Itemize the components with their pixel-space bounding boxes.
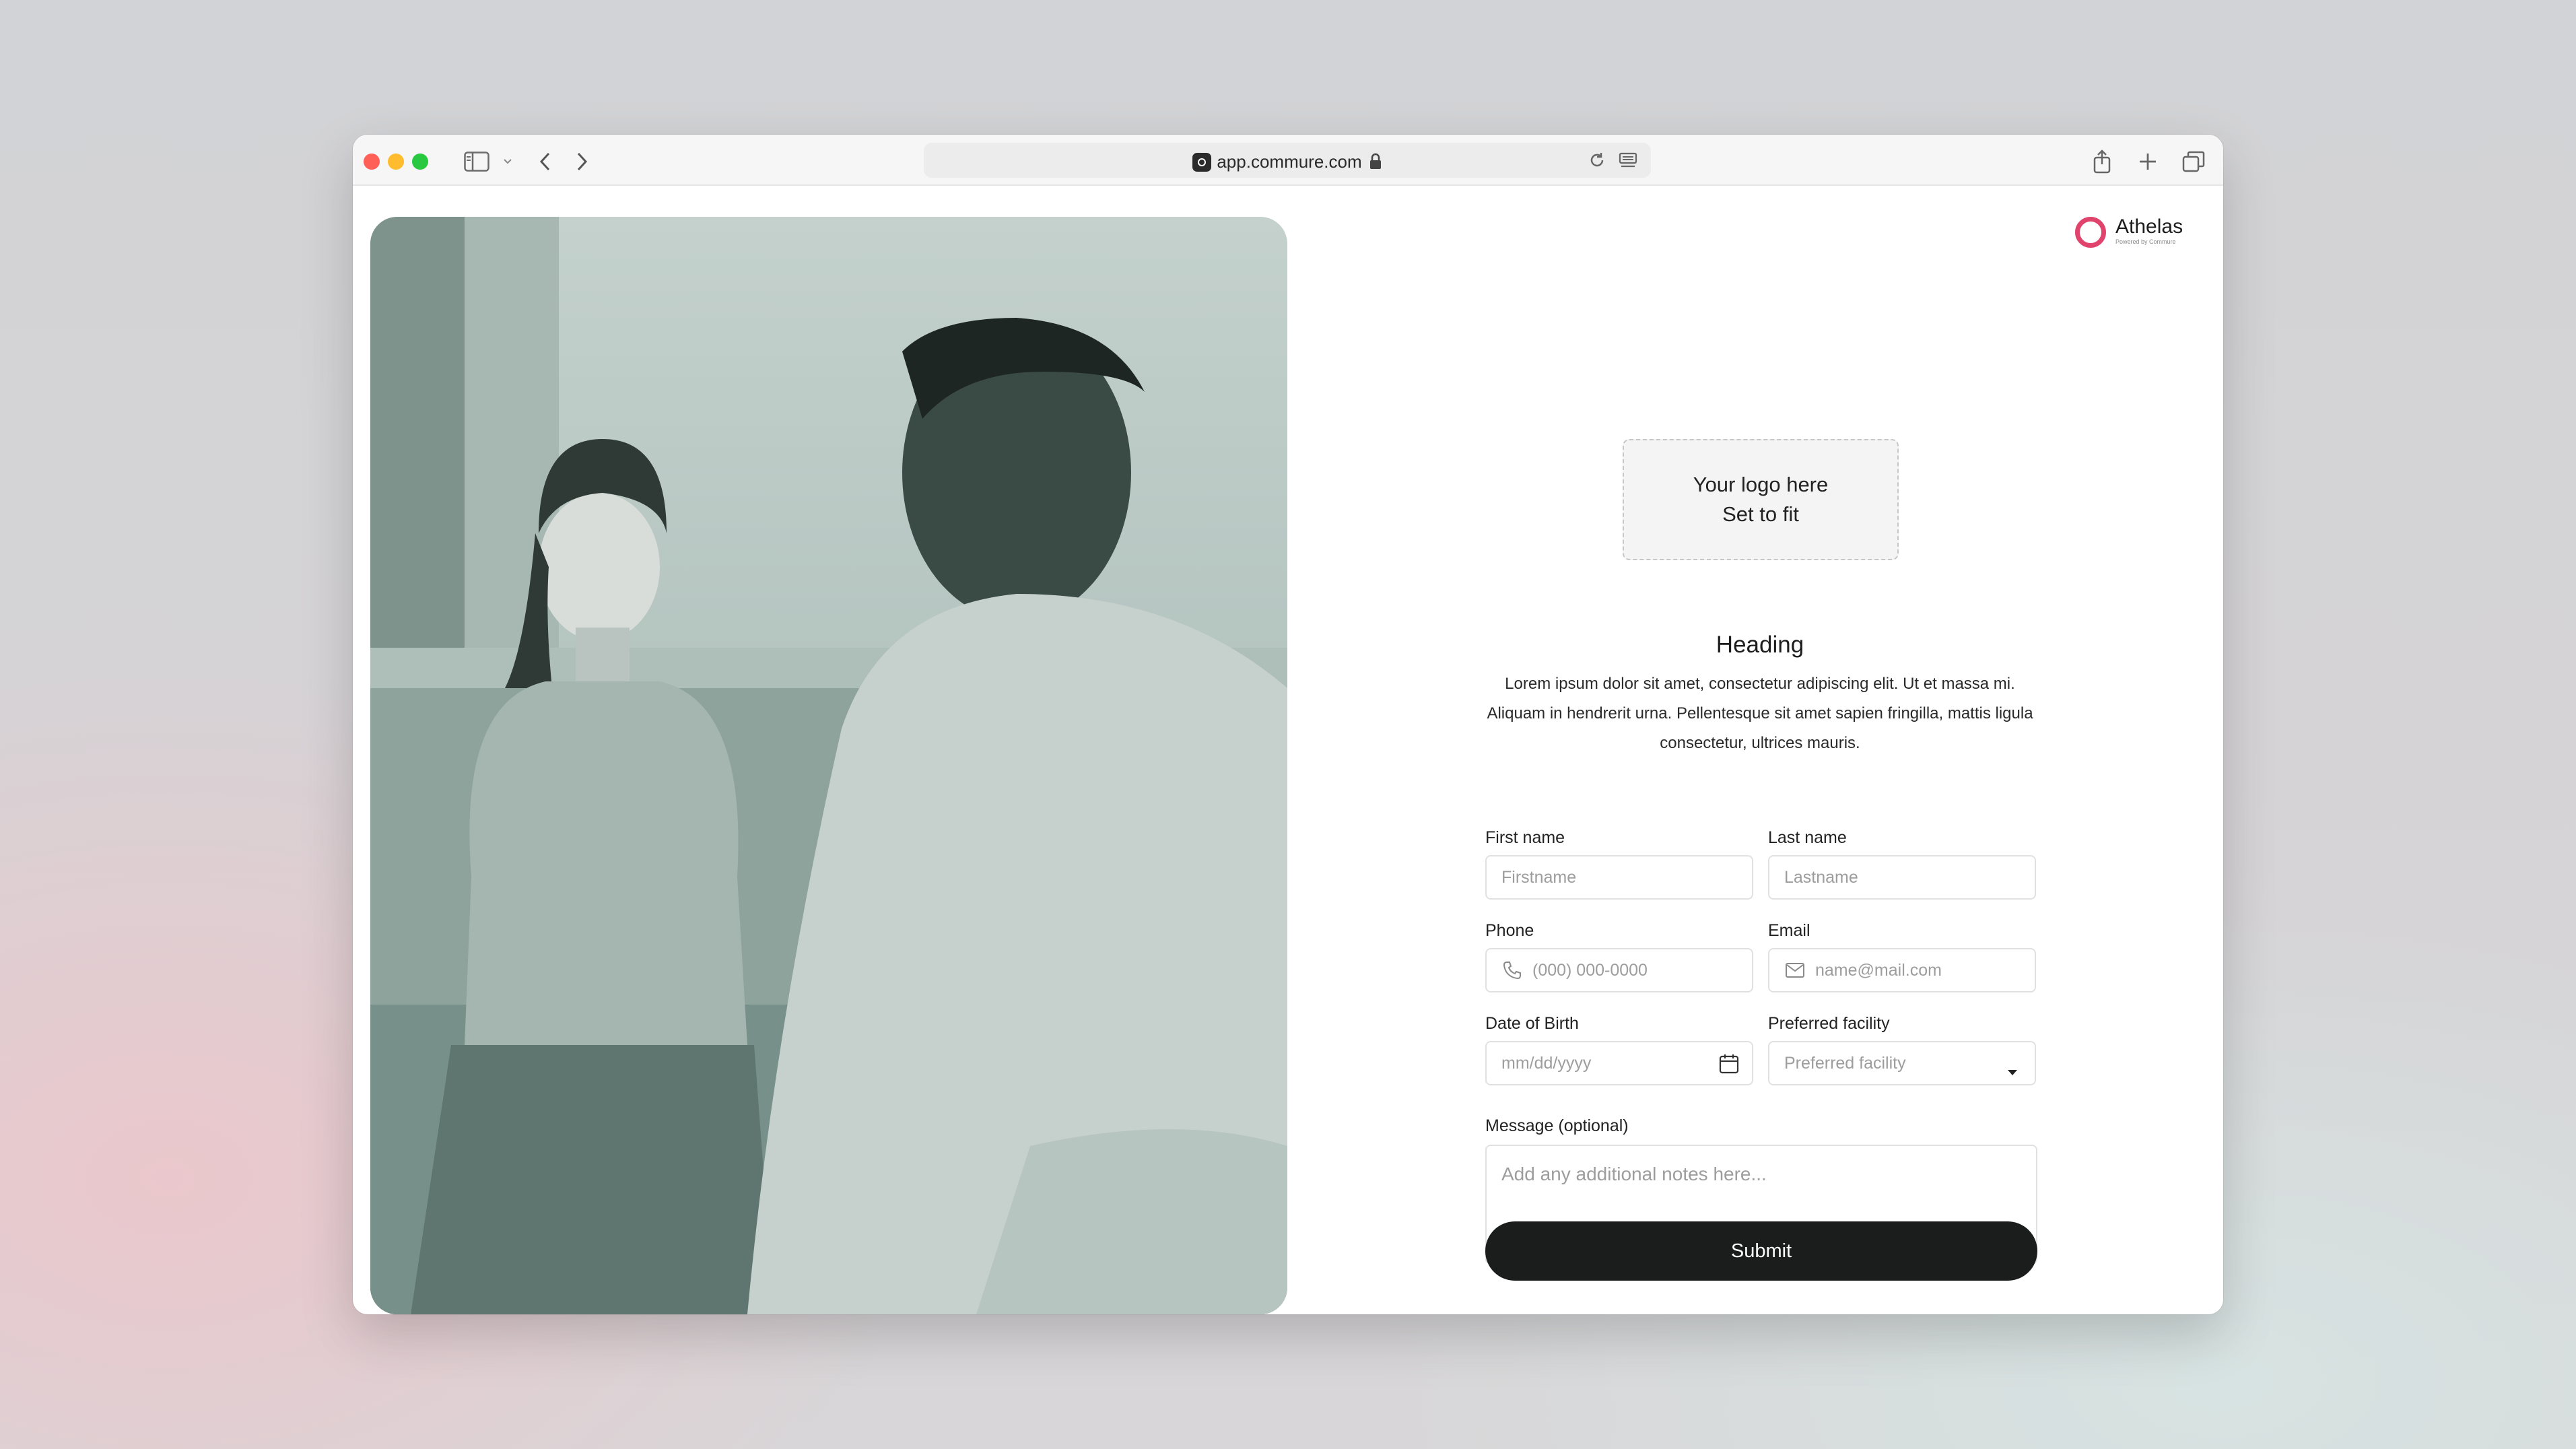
dob-field[interactable]: mm/dd/yyyy: [1485, 1041, 1753, 1085]
email-label: Email: [1768, 921, 1810, 940]
facility-label: Preferred facility: [1768, 1014, 1890, 1033]
sidebar-toggle-icon[interactable]: [463, 148, 490, 175]
minimize-window-button[interactable]: [388, 154, 404, 170]
url-text: app.commure.com: [1217, 151, 1362, 172]
submit-button-label: Submit: [1730, 1240, 1792, 1262]
caret-down-icon[interactable]: [2006, 1061, 2019, 1081]
first-name-label: First name: [1485, 828, 1565, 847]
forward-arrow-icon[interactable]: [568, 148, 595, 175]
lock-icon: [1369, 153, 1382, 175]
hero-photo: [370, 217, 1287, 1314]
dob-placeholder: mm/dd/yyyy: [1501, 1053, 1592, 1073]
zoom-window-button[interactable]: [412, 154, 428, 170]
brand-subtitle: Powered by Commure: [2115, 238, 2176, 245]
email-field[interactable]: name@mail.com: [1768, 948, 2036, 992]
reader-icon[interactable]: [1615, 147, 1641, 174]
close-window-button[interactable]: [364, 154, 380, 170]
photo-illustration: [370, 217, 1287, 1314]
brand-ring-icon: [2075, 217, 2106, 248]
brand-logo: Athelas Powered by Commure: [2075, 214, 2203, 255]
url-display[interactable]: app.commure.com: [924, 151, 1651, 175]
address-bar[interactable]: app.commure.com: [924, 143, 1651, 178]
logo-placeholder-line1: Your logo here: [1693, 473, 1829, 496]
phone-label: Phone: [1485, 921, 1534, 940]
site-favicon-icon: [1192, 153, 1212, 172]
browser-window: app.commure.com Athelas Powered by Commu…: [353, 135, 2223, 1314]
new-tab-icon[interactable]: [2134, 148, 2161, 175]
last-name-label: Last name: [1768, 828, 1847, 847]
message-label: Message (optional): [1485, 1116, 1629, 1135]
message-placeholder: Add any additional notes here...: [1501, 1164, 1767, 1184]
first-name-placeholder: Firstname: [1501, 867, 1577, 887]
logo-placeholder-line2: Set to fit: [1722, 502, 1799, 526]
logo-placeholder: Your logo here Set to fit: [1623, 439, 1899, 560]
browser-toolbar: app.commure.com: [353, 135, 2223, 186]
back-arrow-icon[interactable]: [532, 148, 559, 175]
first-name-field[interactable]: Firstname: [1485, 855, 1753, 900]
phone-icon: [1501, 959, 1523, 981]
mail-icon: [1784, 959, 1806, 981]
email-placeholder: name@mail.com: [1815, 960, 1942, 980]
chevron-down-icon[interactable]: [501, 148, 514, 175]
last-name-placeholder: Lastname: [1784, 867, 1858, 887]
page-heading: Heading: [1716, 632, 1804, 658]
share-icon[interactable]: [2089, 148, 2115, 175]
last-name-field[interactable]: Lastname: [1768, 855, 2036, 900]
facility-select[interactable]: Preferred facility: [1768, 1041, 2036, 1085]
calendar-icon[interactable]: [1718, 1053, 1740, 1079]
submit-button[interactable]: Submit: [1485, 1221, 2037, 1281]
brand-name: Athelas: [2115, 215, 2183, 238]
tab-overview-icon[interactable]: [2180, 148, 2207, 175]
intro-text: Lorem ipsum dolor sit amet, consectetur …: [1487, 675, 2033, 752]
phone-field[interactable]: (000) 000-0000: [1485, 948, 1753, 992]
phone-placeholder: (000) 000-0000: [1532, 960, 1648, 980]
facility-selected-value: Preferred facility: [1784, 1053, 1906, 1073]
page-content: Athelas Powered by Commure Your logo her…: [353, 186, 2223, 1314]
dob-label: Date of Birth: [1485, 1014, 1579, 1033]
reload-icon[interactable]: [1584, 147, 1611, 174]
